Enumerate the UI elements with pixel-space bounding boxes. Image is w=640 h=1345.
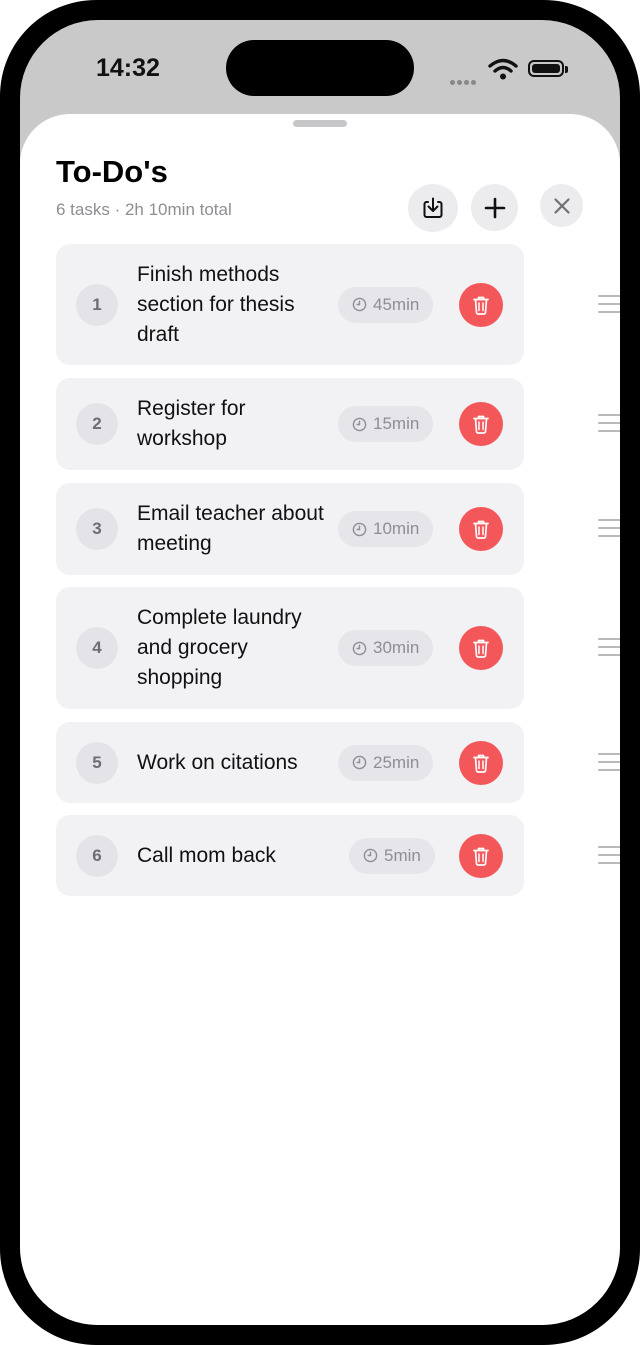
- dynamic-island: [226, 40, 414, 96]
- duration-chip[interactable]: 5min: [349, 837, 435, 874]
- clock-icon: [352, 297, 367, 312]
- task-title[interactable]: Register for workshop: [137, 394, 333, 454]
- wifi-icon: [488, 58, 518, 85]
- drag-handle-icon[interactable]: [598, 414, 620, 438]
- battery-icon: [528, 60, 568, 77]
- screen: 14:32 To-Do's 6 tasks · 2h 10min total 1…: [20, 20, 620, 1325]
- task-number-badge: 4: [76, 627, 118, 669]
- drag-handle-icon[interactable]: [598, 294, 620, 319]
- duration-chip[interactable]: 25min: [338, 744, 434, 781]
- task-title[interactable]: Email teacher about meeting: [137, 499, 333, 559]
- task-row[interactable]: 4 Complete laundry and grocery shopping 30…: [56, 587, 620, 709]
- close-button[interactable]: [540, 184, 583, 227]
- phone-frame: 14:32 To-Do's 6 tasks · 2h 10min total 1…: [0, 0, 640, 1345]
- task-row[interactable]: 6 Call mom back 5min: [56, 815, 620, 896]
- delete-task-button[interactable]: [459, 833, 503, 878]
- duration-label: 25min: [373, 752, 420, 772]
- trash-icon: [473, 639, 489, 658]
- clock-icon: [363, 848, 378, 863]
- task-row[interactable]: 5 Work on citations 25min: [56, 722, 620, 803]
- cellular-signal-icon: [450, 72, 478, 90]
- clock-icon: [352, 417, 367, 431]
- task-number-badge: 5: [76, 741, 118, 784]
- duration-label: 45min: [373, 294, 420, 314]
- duration-label: 5min: [384, 845, 421, 865]
- drag-handle-icon[interactable]: [598, 638, 620, 662]
- task-title[interactable]: Finish methods section for thesis draft: [137, 260, 333, 350]
- duration-label: 30min: [373, 638, 420, 657]
- status-time: 14:32: [96, 54, 160, 82]
- task-number-badge: 6: [76, 834, 118, 877]
- task-number-badge: 1: [76, 283, 118, 326]
- clock-icon: [352, 755, 367, 770]
- task-row[interactable]: 2 Register for workshop 15min: [56, 378, 620, 470]
- task-row[interactable]: 3 Email teacher about meeting 10min: [56, 483, 620, 575]
- task-number-badge: 2: [76, 403, 118, 445]
- duration-chip[interactable]: 10min: [338, 511, 434, 547]
- delete-task-button[interactable]: [459, 507, 503, 551]
- add-task-button[interactable]: [471, 184, 518, 231]
- delete-task-button[interactable]: [459, 402, 503, 446]
- task-row[interactable]: 1 Finish methods section for thesis draft…: [56, 244, 620, 365]
- duration-chip[interactable]: 30min: [338, 630, 434, 666]
- task-title[interactable]: Complete laundry and grocery shopping: [137, 603, 333, 693]
- drag-handle-icon[interactable]: [598, 752, 620, 777]
- drag-handle-icon[interactable]: [598, 845, 620, 870]
- clock-icon: [352, 522, 367, 536]
- sheet-grabber[interactable]: [293, 120, 347, 127]
- page-title: To-Do's: [56, 154, 168, 189]
- export-button[interactable]: [408, 184, 458, 232]
- delete-task-button[interactable]: [459, 626, 503, 670]
- clock-icon: [352, 641, 367, 655]
- drag-handle-icon[interactable]: [598, 519, 620, 543]
- todo-sheet: To-Do's 6 tasks · 2h 10min total 1 Finish…: [20, 114, 620, 1325]
- delete-task-button[interactable]: [459, 740, 503, 785]
- duration-chip[interactable]: 15min: [338, 406, 434, 442]
- delete-task-button[interactable]: [459, 282, 503, 327]
- trash-icon: [473, 847, 489, 866]
- task-title[interactable]: Call mom back: [137, 841, 333, 871]
- download-tray-icon: [423, 197, 443, 218]
- trash-icon: [473, 520, 489, 539]
- duration-label: 15min: [373, 414, 420, 433]
- trash-icon: [473, 754, 489, 773]
- task-title[interactable]: Work on citations: [137, 748, 333, 778]
- trash-icon: [473, 415, 489, 434]
- trash-icon: [473, 296, 489, 315]
- duration-label: 10min: [373, 519, 420, 538]
- close-icon: [553, 197, 570, 214]
- duration-chip[interactable]: 45min: [338, 286, 434, 323]
- plus-icon: [484, 197, 505, 218]
- task-summary: 6 tasks · 2h 10min total: [56, 200, 232, 219]
- task-number-badge: 3: [76, 508, 118, 550]
